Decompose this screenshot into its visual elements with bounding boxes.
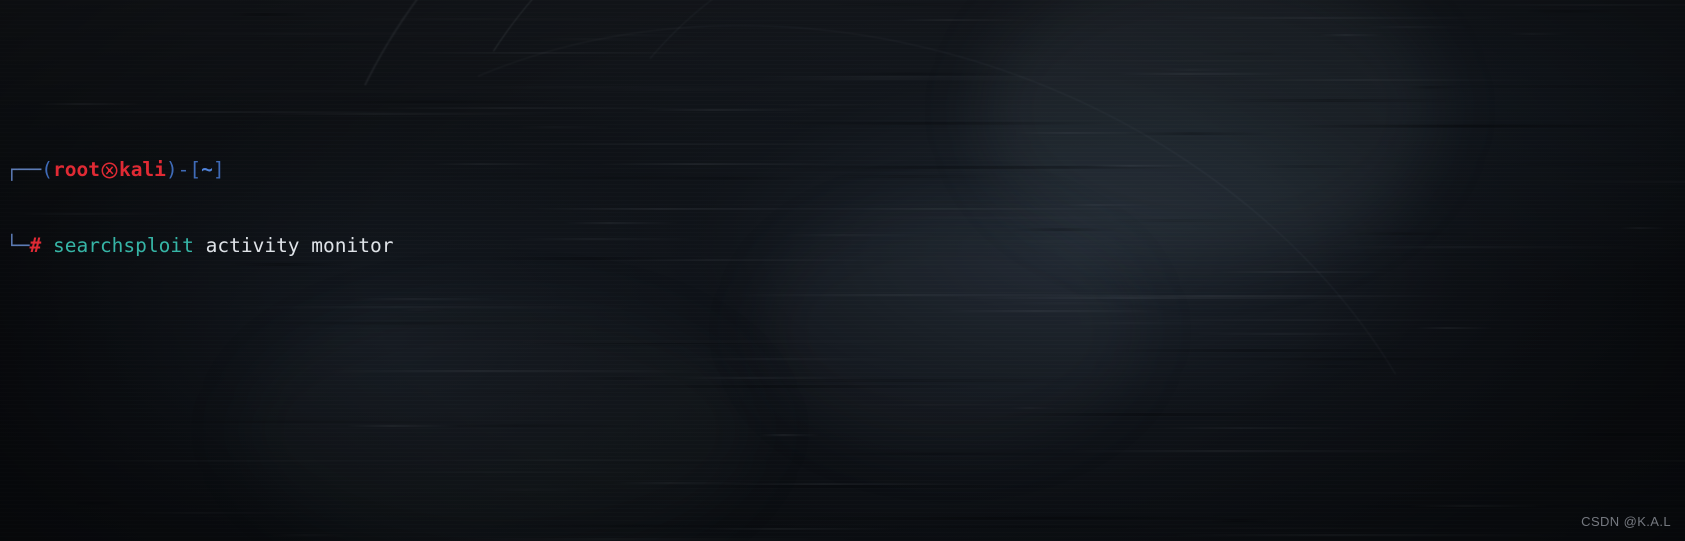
prompt-corner-bottom-icon: └─ xyxy=(6,234,30,258)
prompt-open-bracket: [ xyxy=(189,158,202,182)
prompt-dash: - xyxy=(177,158,190,182)
searchsploit-results-table: Exploit Title | Path Activity Monitor 20… xyxy=(6,497,1685,541)
terminal-window[interactable]: ┌──(root kali)-[~] └─# searchsploit activ… xyxy=(0,0,1685,541)
kali-dragon-icon xyxy=(101,160,118,179)
prompt-user: root xyxy=(52,158,100,182)
prompt-host: kali xyxy=(118,158,166,182)
prompt-directory: ~ xyxy=(201,158,213,182)
prompt-hash: # xyxy=(29,234,42,258)
prompt-corner-top-icon: ┌── xyxy=(6,158,42,182)
command-name-searchsploit: searchsploit xyxy=(52,234,194,258)
command-line-searchsploit[interactable]: └─# searchsploit activity monitor xyxy=(6,233,1685,259)
terminal-content: ┌──(root kali)-[~] └─# searchsploit activ… xyxy=(0,0,1685,541)
command-args-searchsploit: activity monitor xyxy=(205,234,394,258)
prompt-close-bracket: ] xyxy=(212,158,225,182)
prompt-line-1: ┌──(root kali)-[~] xyxy=(6,157,1685,183)
prompt-open-paren: ( xyxy=(41,158,53,182)
watermark: CSDN @K.A.L xyxy=(1581,513,1671,529)
prompt-block-searchsploit: ┌──(root kali)-[~] └─# searchsploit activ… xyxy=(6,107,1685,309)
prompt-close-paren: ) xyxy=(165,158,178,182)
